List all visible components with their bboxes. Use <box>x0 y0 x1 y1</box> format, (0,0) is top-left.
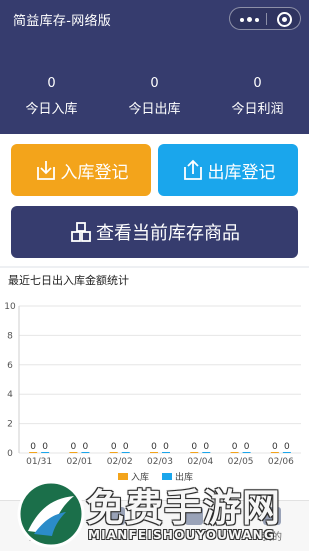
bar <box>282 452 291 453</box>
bar-value-label: 0 <box>111 442 117 452</box>
bar <box>190 452 199 453</box>
stock-in-button[interactable]: 入库登记 <box>11 144 151 196</box>
bar-value-label: 0 <box>272 442 278 452</box>
tab-home[interactable]: 首页 <box>8 507 68 543</box>
x-tick-label: 02/04 <box>187 457 213 467</box>
stat-label: 今日利润 <box>231 102 284 117</box>
bar-value-label: 0 <box>83 442 89 452</box>
bar <box>162 452 170 453</box>
y-tick-label: 10 <box>4 302 16 312</box>
bar <box>202 452 211 453</box>
bar-value-label: 0 <box>244 442 250 452</box>
y-tick-label: 2 <box>7 420 13 430</box>
bar <box>270 452 279 453</box>
capsule-divider <box>266 13 267 25</box>
x-tick-label: 02/05 <box>228 457 254 467</box>
bar-value-label: 0 <box>71 442 77 452</box>
download-box-icon <box>36 161 55 180</box>
section-divider <box>0 266 309 268</box>
y-tick-label: 0 <box>7 449 13 459</box>
close-icon[interactable] <box>277 12 292 27</box>
stock-out-label: 出库登记 <box>207 162 276 183</box>
bar-value-label: 0 <box>30 442 36 452</box>
mini-program-capsule <box>229 7 301 30</box>
bar <box>29 452 38 453</box>
bar <box>81 452 90 453</box>
stat-today-profit: 0 今日利润 <box>206 76 309 118</box>
bar-value-label: 0 <box>163 442 169 452</box>
bar-value-label: 0 <box>42 442 48 452</box>
bar <box>150 452 158 453</box>
header: 简益库存-网络版 0 今日入库 0 今日出库 0 今日利润 <box>0 0 309 134</box>
bar <box>109 452 118 453</box>
stock-in-label: 入库登记 <box>60 162 129 183</box>
x-tick-label: 02/06 <box>268 457 294 467</box>
chart-title: 最近七日出入库金额统计 <box>8 274 129 287</box>
stat-value: 0 <box>253 76 262 91</box>
bar <box>242 452 251 453</box>
stat-label: 今日出库 <box>128 102 181 117</box>
y-tick-label: 4 <box>7 390 13 400</box>
home-icon <box>29 507 47 525</box>
bar-value-label: 0 <box>232 442 238 452</box>
view-stock-button[interactable]: 查看当前库存商品 <box>11 206 298 258</box>
x-tick-label: 02/03 <box>147 457 173 467</box>
bar-chart: 024681001/310 002/010 002/020 002/030 002/04… <box>4 302 301 483</box>
watermark-text: 免费手游网 <box>86 486 282 530</box>
stat-value: 0 <box>150 76 159 91</box>
bar-value-label: 0 <box>284 442 290 452</box>
stat-value: 0 <box>47 76 56 91</box>
x-tick-label: 02/01 <box>66 457 92 467</box>
y-tick-label: 6 <box>7 361 13 371</box>
grid-icon <box>71 222 91 242</box>
stat-today-out: 0 今日出库 <box>103 76 206 118</box>
bar <box>121 452 130 453</box>
bar-value-label: 0 <box>203 442 209 452</box>
stock-out-button[interactable]: 出库登记 <box>158 144 298 196</box>
bar-value-label: 0 <box>191 442 197 452</box>
bar <box>69 452 78 453</box>
view-stock-label: 查看当前库存商品 <box>96 223 240 244</box>
y-tick-label: 8 <box>7 331 13 341</box>
upload-box-icon <box>183 159 202 180</box>
app-title: 简益库存-网络版 <box>13 14 112 29</box>
more-icon[interactable] <box>240 17 262 22</box>
stat-today-in: 0 今日入库 <box>0 76 103 118</box>
bar-value-label: 0 <box>151 442 157 452</box>
x-tick-label: 01/31 <box>26 457 52 467</box>
bar-value-label: 0 <box>123 442 129 452</box>
tab-label: 首页 <box>28 532 48 543</box>
bar <box>230 452 239 453</box>
stat-label: 今日入库 <box>25 102 78 117</box>
bar <box>41 452 50 453</box>
watermark-subtext: MIANFEISHOUYOUWANG <box>88 528 275 542</box>
x-tick-label: 02/02 <box>107 457 133 467</box>
